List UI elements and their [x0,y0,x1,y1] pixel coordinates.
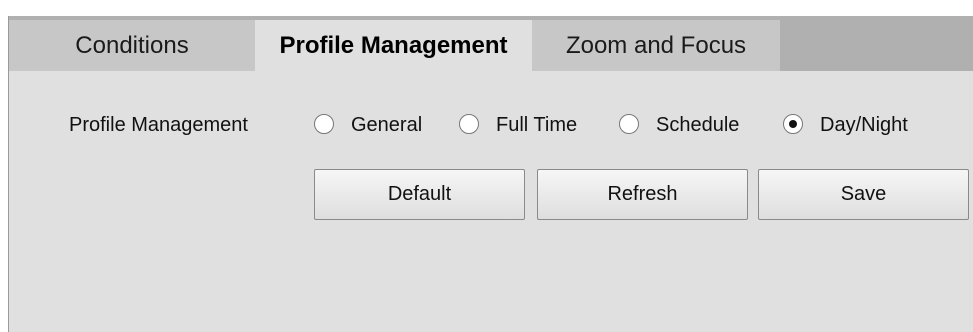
profile-management-label: Profile Management [69,114,248,136]
profile-management-row: Profile Management General Full Time Sch… [9,111,973,139]
default-button[interactable]: Default [314,169,525,220]
settings-window: Conditions Profile Management Zoom and F… [0,0,973,332]
tab-bar: Conditions Profile Management Zoom and F… [9,16,973,71]
radio-full-time-label[interactable]: Full Time [496,111,577,139]
radio-schedule[interactable] [619,114,639,134]
tab-zoom-and-focus[interactable]: Zoom and Focus [532,20,780,71]
refresh-button[interactable]: Refresh [537,169,748,220]
radio-general[interactable] [314,114,334,134]
radio-full-time[interactable] [459,114,479,134]
settings-panel: Conditions Profile Management Zoom and F… [8,16,973,332]
radio-day-night-label[interactable]: Day/Night [820,111,908,139]
radio-day-night[interactable] [783,114,803,134]
save-button[interactable]: Save [758,169,969,220]
radio-general-label[interactable]: General [351,111,422,139]
tab-profile-management[interactable]: Profile Management [255,20,532,71]
radio-day-night-dot [789,120,797,128]
tab-conditions[interactable]: Conditions [9,20,255,71]
radio-schedule-label[interactable]: Schedule [656,111,739,139]
